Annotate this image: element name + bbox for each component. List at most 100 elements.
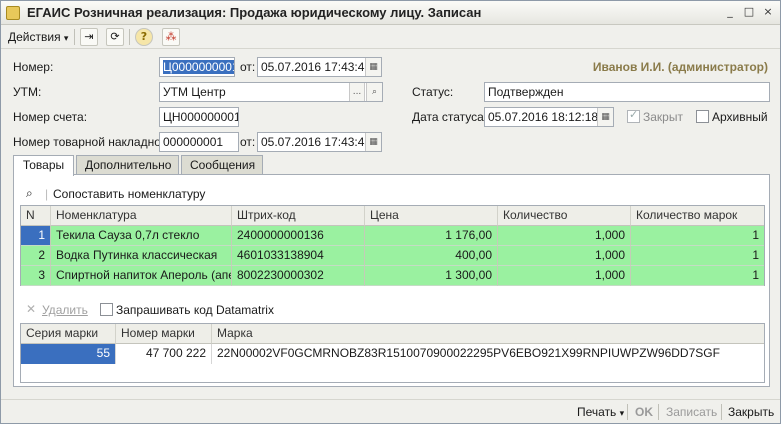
table-row[interactable]: 2 Водка Путинка классическая 46010331389…	[21, 246, 764, 266]
from-label: от:	[240, 60, 256, 74]
goto-icon[interactable]: ⇥	[80, 28, 98, 46]
row-marks: 1	[631, 246, 764, 266]
closed-label: Закрыт	[643, 110, 683, 124]
row-number: 2	[21, 246, 51, 266]
number-label: Номер:	[13, 60, 54, 74]
table-row[interactable]: 55 47 700 222 22N00002VF0GCMRNOBZ83R1510…	[21, 344, 764, 364]
print-button[interactable]: Печать ▾	[577, 404, 624, 421]
delete-button[interactable]: Удалить	[42, 303, 88, 317]
col-mark-number[interactable]: Номер марки	[116, 324, 212, 344]
date-field[interactable]: 05.07.2016 17:43:46 ▦	[257, 57, 382, 77]
goods-panel: ⌕ | Сопоставить номенклатуру N Номенклат…	[13, 174, 770, 387]
calendar-icon[interactable]: ▦	[597, 108, 613, 126]
row-price: 1 300,00	[365, 266, 498, 286]
help-icon[interactable]: ?	[135, 28, 153, 46]
invoice-label: Номер счета:	[13, 110, 88, 124]
invoice-field[interactable]: ЦН000000001	[159, 107, 239, 127]
window-title: ЕГАИС Розничная реализация: Продажа юрид…	[27, 5, 482, 20]
goods-table: N Номенклатура Штрих-код Цена Количество…	[20, 205, 765, 286]
utm-label: УТМ:	[13, 85, 42, 99]
tab-messages[interactable]: Сообщения	[181, 155, 263, 175]
waybill-from-label: от:	[240, 135, 256, 149]
document-window: ЕГАИС Розничная реализация: Продажа юрид…	[0, 0, 781, 424]
col-marks-count[interactable]: Количество марок	[631, 206, 764, 226]
mark-code: 22N00002VF0GCMRNOBZ83R1510070900022295PV…	[217, 346, 720, 360]
footer-separator	[658, 404, 659, 420]
tab-additional[interactable]: Дополнительно	[76, 155, 179, 175]
row-price: 400,00	[365, 246, 498, 266]
status-date-label: Дата статуса:	[412, 110, 488, 124]
col-quantity[interactable]: Количество	[498, 206, 631, 226]
col-barcode[interactable]: Штрих-код	[232, 206, 365, 226]
footer-separator	[627, 404, 628, 420]
table-row[interactable]: 3 Спиртной напиток Апероль (апе... 80022…	[21, 266, 764, 286]
ok-button[interactable]: OK	[635, 404, 653, 420]
match-nomenclature-button[interactable]: Сопоставить номенклатуру	[53, 187, 205, 201]
toolbar: Действия ▾ ⇥ ⟳ ? ⁂	[1, 25, 780, 49]
title-bar: ЕГАИС Розничная реализация: Продажа юрид…	[1, 1, 780, 25]
chevron-down-icon: ▾	[63, 33, 69, 43]
minimize-icon[interactable]: _	[722, 5, 738, 20]
toolbar-separator	[74, 29, 75, 45]
waybill-date-value: 05.07.2016 17:43:45	[261, 135, 372, 149]
waybill-date-field[interactable]: 05.07.2016 17:43:45 ▦	[257, 132, 382, 152]
status-date-field[interactable]: 05.07.2016 18:12:18 ▦	[484, 107, 614, 127]
closed-checkbox[interactable]	[627, 108, 640, 123]
footer-bar: Печать ▾ OK Записать Закрыть	[1, 399, 780, 423]
col-mark-series[interactable]: Серия марки	[21, 324, 116, 344]
mark-series: 55	[21, 344, 116, 364]
delete-icon: ✕	[26, 302, 37, 316]
row-name: Спиртной напиток Апероль (апе...	[51, 266, 232, 286]
waybill-label: Номер товарной накладной:	[13, 135, 171, 149]
maximize-icon[interactable]: □	[741, 5, 757, 20]
save-button[interactable]: Записать	[666, 404, 717, 420]
select-button[interactable]: ...	[349, 83, 365, 101]
row-barcode: 4601033138904	[232, 246, 365, 266]
status-date-value: 05.07.2016 18:12:18	[488, 110, 599, 124]
mark-number: 47 700 222	[116, 344, 212, 364]
row-number: 1	[21, 226, 51, 246]
close-button[interactable]: Закрыть	[728, 404, 774, 420]
status-value: Подтвержден	[488, 85, 564, 99]
marks-header: Серия марки Номер марки Марка	[21, 324, 764, 344]
actions-menu[interactable]: Действия ▾	[8, 29, 68, 45]
row-barcode: 8002230000302	[232, 266, 365, 286]
close-icon[interactable]: ×	[760, 5, 776, 20]
tab-goods[interactable]: Товары	[13, 155, 74, 176]
row-qty: 1,000	[498, 246, 631, 266]
waybill-value: 000000001	[163, 135, 224, 149]
archive-checkbox[interactable]	[696, 110, 709, 123]
calendar-icon[interactable]: ▦	[365, 58, 381, 76]
structure-icon[interactable]: ⁂	[162, 28, 180, 46]
document-icon	[6, 6, 20, 20]
utm-field[interactable]: УТМ Центр ... ⌕	[159, 82, 383, 102]
col-nomenclature[interactable]: Номенклатура	[51, 206, 232, 226]
row-marks: 1	[631, 266, 764, 286]
utm-value: УТМ Центр	[163, 85, 226, 99]
number-field[interactable]: Ц0000000001	[159, 57, 235, 77]
row-price: 1 176,00	[365, 226, 498, 246]
table-row[interactable]: 1 Текила Сауза 0,7л стекло 2400000000136…	[21, 226, 764, 246]
date-value: 05.07.2016 17:43:46	[261, 60, 372, 74]
search-icon[interactable]: ⌕	[366, 83, 382, 101]
marks-table: Серия марки Номер марки Марка 55 47 700 …	[20, 323, 765, 383]
footer-separator	[721, 404, 722, 420]
col-mark[interactable]: Марка	[212, 324, 764, 344]
search-icon[interactable]: ⌕	[26, 186, 33, 200]
status-field[interactable]: Подтвержден	[484, 82, 770, 102]
row-qty: 1,000	[498, 266, 631, 286]
calendar-icon[interactable]: ▦	[365, 133, 381, 151]
waybill-field[interactable]: 000000001	[159, 132, 239, 152]
number-value: Ц0000000001	[163, 60, 234, 74]
row-marks: 1	[631, 226, 764, 246]
toolbar-separator	[129, 29, 130, 45]
row-qty: 1,000	[498, 226, 631, 246]
datamatrix-checkbox[interactable]	[100, 303, 113, 316]
col-n[interactable]: N	[21, 206, 51, 226]
chevron-down-icon: ▾	[619, 408, 625, 418]
row-name: Текила Сауза 0,7л стекло	[51, 226, 232, 246]
invoice-value: ЦН000000001	[163, 110, 239, 124]
refresh-icon[interactable]: ⟳	[106, 28, 124, 46]
col-price[interactable]: Цена	[365, 206, 498, 226]
table-header: N Номенклатура Штрих-код Цена Количество…	[21, 206, 764, 226]
